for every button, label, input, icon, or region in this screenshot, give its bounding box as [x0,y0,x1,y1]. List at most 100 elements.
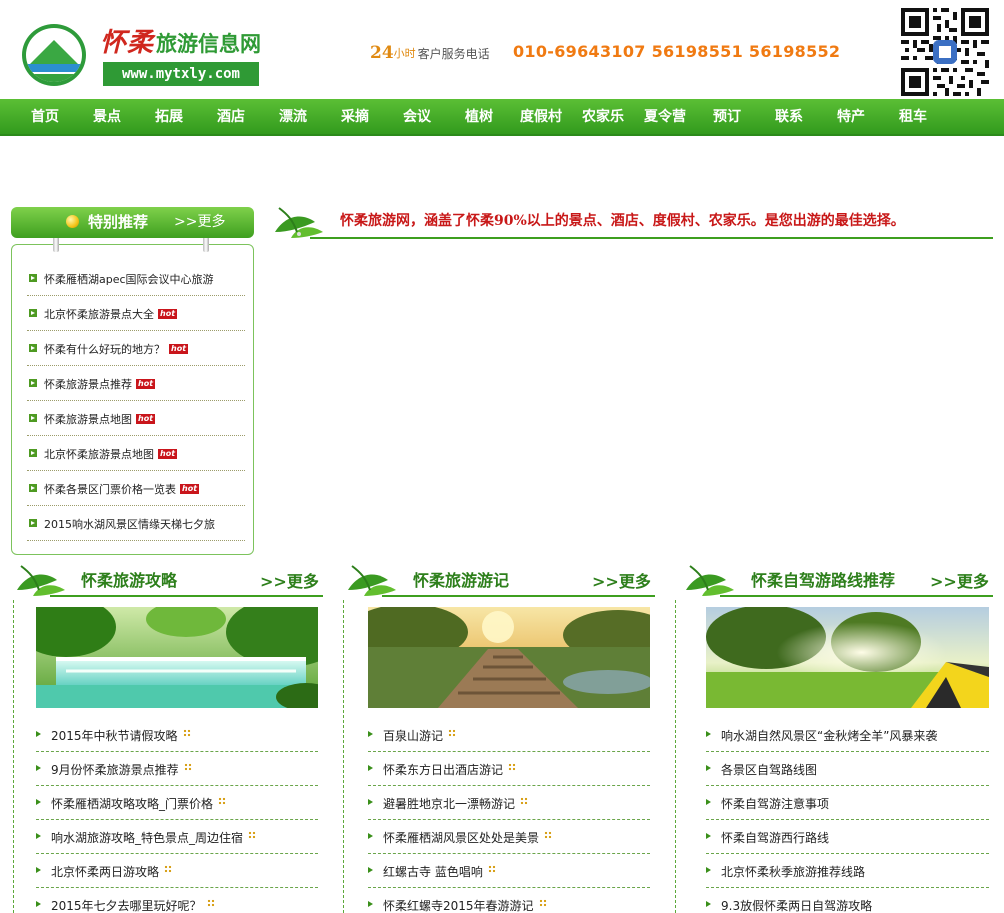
list-item-label: 2015年七夕去哪里玩好呢？ [51,899,202,913]
travelogue-more-link[interactable]: >>更多 [592,568,651,592]
list-item[interactable]: 怀柔雁栖湖攻略攻略_门票价格 [36,786,318,820]
leaf-icon [275,207,323,238]
site-title[interactable]: 怀柔 旅游信息网 [100,22,262,58]
nav-car-rental[interactable]: 租车 [878,99,948,136]
list-item[interactable]: 响水湖旅游攻略_特色景点_周边住宿 [36,820,318,854]
camping-photo[interactable] [706,607,989,708]
recommend-title: 特别推荐 [88,213,149,231]
list-item[interactable]: 2015年七夕去哪里玩好呢？ [36,888,318,913]
dots-icon [448,729,457,737]
arrow-icon [29,309,37,317]
arrow-icon [368,867,373,873]
nav-specialty[interactable]: 特产 [816,99,886,136]
hot-badge: hot [158,449,178,459]
nav-expansion[interactable]: 拓展 [134,99,204,136]
arrow-icon [29,414,37,422]
dots-icon [182,729,191,737]
guides-more-link[interactable]: >>更多 [260,568,319,592]
hot-badge: hot [158,309,178,319]
list-item-label: 响水湖旅游攻略_特色景点_周边住宿 [51,831,244,845]
recommend-item[interactable]: 怀柔旅游景点地图 hot [27,401,245,436]
leaf-icon [348,565,396,596]
dots-icon [508,763,517,771]
dots-icon [183,763,192,771]
recommend-item[interactable]: 北京怀柔旅游景点大全 hot [27,296,245,331]
list-item[interactable]: 各景区自驾路线图 [706,752,989,786]
list-item-label: 避暑胜地京北一漂畅游记 [383,797,516,811]
recommend-item-label: 怀柔雁栖湖apec国际会议中心旅游 [44,273,214,286]
recommend-more-link[interactable]: >>更多 [174,207,225,238]
nav-booking[interactable]: 预订 [692,99,762,136]
list-item[interactable]: 2015年中秋节请假攻略 [36,718,318,752]
recommend-item-label: 怀柔各景区门票价格一览表 [44,483,176,496]
list-item-label: 百泉山游记 [383,729,444,743]
nav-contact[interactable]: 联系 [754,99,824,136]
list-item[interactable]: 怀柔自驾游注意事项 [706,786,989,820]
list-item-label: 怀柔雁栖湖风景区处处是美景 [383,831,540,845]
arrow-icon [29,519,37,527]
arrow-icon [706,765,711,771]
main-nav: 首页 景点 拓展 酒店 漂流 采摘 会议 植树 度假村 农家乐 夏令营 预订 联… [0,99,1004,136]
hotline-24: 24 [370,43,394,63]
divider [13,600,14,913]
site-url[interactable]: www.mytxly.com [103,62,259,86]
list-item-label: 各景区自驾路线图 [721,763,818,777]
site-title-huairou: 怀柔 [100,28,155,58]
list-item[interactable]: 9月份怀柔旅游景点推荐 [36,752,318,786]
arrow-icon [29,449,37,457]
list-item[interactable]: 怀柔雁栖湖风景区处处是美景 [368,820,650,854]
nav-picking[interactable]: 采摘 [320,99,390,136]
list-item-label: 9月份怀柔旅游景点推荐 [51,763,179,777]
list-item[interactable]: 北京怀柔秋季旅游推荐线路 [706,854,989,888]
recommend-item[interactable]: 怀柔各景区门票价格一览表 hot [27,471,245,506]
list-item-label: 9.3放假怀柔两日自驾游攻略 [721,899,873,913]
list-item[interactable]: 红螺古寺 蓝色唱响 [368,854,650,888]
list-item[interactable]: 怀柔红螺寺2015年春游游记 [368,888,650,913]
qr-code-icon [901,8,989,96]
recommend-item-label: 2015响水湖风景区情缘天梯七夕旅 [44,518,215,531]
recommend-item[interactable]: 北京怀柔旅游景点地图 hot [27,436,245,471]
nav-tree-planting[interactable]: 植树 [444,99,514,136]
divider [720,595,993,597]
bridge-photo[interactable] [368,607,650,708]
list-item-label: 怀柔雁栖湖攻略攻略_门票价格 [51,797,214,811]
slogan-text: 怀柔旅游网，涵盖了怀柔90%以上的景点、酒店、度假村、农家乐。是您出游的最佳选择… [340,213,905,229]
list-item[interactable]: 9.3放假怀柔两日自驾游攻略 [706,888,989,913]
recommend-item[interactable]: 怀柔旅游景点推荐 hot [27,366,245,401]
list-item[interactable]: 北京怀柔两日游攻略 [36,854,318,888]
list-item-label: 怀柔东方日出酒店游记 [383,763,504,777]
list-item[interactable]: 怀柔东方日出酒店游记 [368,752,650,786]
list-item[interactable]: 百泉山游记 [368,718,650,752]
nav-summer-camp[interactable]: 夏令营 [630,99,700,136]
site-title-info: 旅游信息网 [156,32,262,56]
recommend-item[interactable]: 怀柔有什么好玩的地方？ hot [27,331,245,366]
nav-scenic[interactable]: 景点 [72,99,142,136]
list-item[interactable]: 避暑胜地京北一漂畅游记 [368,786,650,820]
waterfall-photo[interactable] [36,607,318,708]
nav-meeting[interactable]: 会议 [382,99,452,136]
arrow-icon [706,901,711,907]
site-logo-icon[interactable] [22,24,86,86]
nav-rafting[interactable]: 漂流 [258,99,328,136]
nav-farmhouse[interactable]: 农家乐 [568,99,638,136]
nav-home[interactable]: 首页 [10,99,80,136]
recommend-item-label: 北京怀柔旅游景点大全 [44,308,154,321]
recommend-item[interactable]: 怀柔雁栖湖apec国际会议中心旅游 [27,261,245,296]
recommend-item-label: 怀柔旅游景点地图 [44,413,132,426]
list-item[interactable]: 响水湖自然风景区“金秋烤全羊”风暴来袭 [706,718,989,752]
selfdrive-more-link[interactable]: >>更多 [930,568,989,592]
recommend-header: 特别推荐 >>更多 [11,207,254,238]
nav-hotel[interactable]: 酒店 [196,99,266,136]
divider [343,600,344,913]
dots-icon [544,831,553,839]
nav-resort[interactable]: 度假村 [506,99,576,136]
hot-badge: hot [169,344,189,354]
list-item-label: 红螺古寺 蓝色唱响 [383,865,483,879]
recommend-item[interactable]: 2015响水湖风景区情缘天梯七夕旅 [27,506,245,541]
recommend-item-label: 怀柔有什么好玩的地方？ [44,343,165,356]
list-item[interactable]: 怀柔自驾游西行路线 [706,820,989,854]
hotline-label: 客户服务电话 [417,46,490,61]
hot-badge: hot [136,379,156,389]
column-title-selfdrive: 怀柔自驾游路线推荐 [751,571,896,590]
divider [310,237,993,239]
